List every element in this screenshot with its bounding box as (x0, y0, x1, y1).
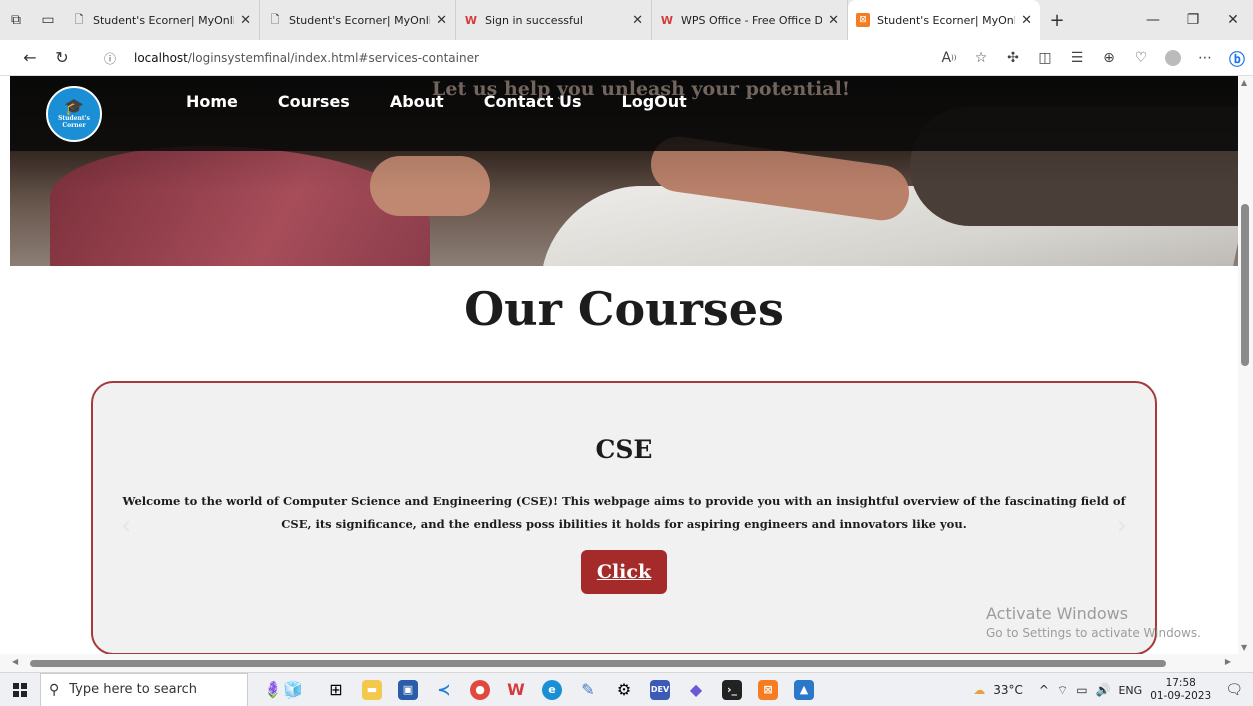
vertical-scroll-thumb[interactable] (1241, 204, 1249, 366)
split-screen-icon[interactable]: ◫ (1029, 42, 1061, 74)
chrome-icon[interactable]: ● (462, 673, 498, 706)
more-options-icon[interactable]: ⋯ (1189, 42, 1221, 74)
back-arrow-icon[interactable]: ← (14, 42, 46, 74)
url-host: localhost (134, 51, 188, 65)
favorites-icon[interactable]: ☰ (1061, 42, 1093, 74)
read-aloud-icon[interactable]: A)) (933, 42, 965, 74)
network-icon[interactable]: ⌔ (1057, 683, 1068, 698)
activate-windows-watermark: Activate Windows Go to Settings to activ… (986, 604, 1201, 640)
file-explorer-icon[interactable]: ▬ (354, 673, 390, 706)
workspaces-icon[interactable]: ⧉ (0, 0, 32, 40)
close-tab-icon[interactable]: ✕ (632, 13, 643, 28)
weather-temp[interactable]: 33°C (993, 683, 1023, 697)
nav-link-logout[interactable]: LogOut (622, 92, 687, 111)
language-indicator[interactable]: ENG (1118, 684, 1142, 697)
section-title: Our Courses (464, 282, 784, 336)
notifications-icon[interactable]: 🗨 (1225, 682, 1243, 698)
windows-taskbar: ⚲ Type here to search 🪻🧊 ⊞ ▬ ▣ ≺ ● W e ✎… (0, 672, 1253, 706)
collections-icon[interactable]: ⊕ (1093, 42, 1125, 74)
windows-logo-icon (13, 682, 27, 697)
task-view-icon[interactable]: ⊞ (318, 673, 354, 706)
restore-icon[interactable]: ❐ (1173, 0, 1213, 40)
close-tab-icon[interactable]: ✕ (240, 13, 251, 28)
copilot-icon[interactable]: ◆ (678, 673, 714, 706)
vscode-icon[interactable]: ≺ (426, 673, 462, 706)
news-widget-icon[interactable]: 🪻🧊 (248, 673, 318, 706)
address-bar[interactable]: ⓘ localhost/loginsystemfinal/index.html#… (100, 44, 860, 72)
horizontal-scroll-thumb[interactable] (30, 660, 1166, 667)
browser-tab[interactable]: W WPS Office - Free Office Do ✕ (652, 0, 848, 40)
page-icon: 🗋 (270, 12, 280, 26)
terminal-icon[interactable]: ›_ (714, 673, 750, 706)
nav-link-contact[interactable]: Contact Us (484, 92, 582, 111)
close-tab-icon[interactable]: ✕ (1021, 13, 1032, 28)
graduation-cap-icon: 🎓 (64, 97, 84, 116)
scroll-up-icon[interactable]: ▲ (1241, 78, 1247, 87)
xampp-icon: ⊠ (856, 13, 870, 27)
taskbar-search-input[interactable]: ⚲ Type here to search (40, 672, 248, 706)
page-icon: 🗋 (74, 12, 84, 26)
extensions-icon[interactable]: ✣ (997, 42, 1029, 74)
new-tab-button[interactable]: + (1040, 0, 1074, 40)
pen-app-icon[interactable]: ✎ (570, 673, 606, 706)
volume-icon[interactable]: 🔊 (1096, 683, 1111, 697)
logo-text: Student's Corner (58, 115, 90, 129)
url-path: /loginsystemfinal/index.html#services-co… (187, 51, 479, 65)
browser-tab[interactable]: 🗋 Student's Ecorner| MyOnline ✕ (260, 0, 456, 40)
browser-toolbar: ← ↻ ⓘ localhost/loginsystemfinal/index.h… (0, 40, 1253, 76)
minimize-icon[interactable]: — (1133, 0, 1173, 40)
course-description: Welcome to the world of Computer Science… (122, 494, 1126, 531)
browser-tab[interactable]: 🗋 Student's Ecorner| MyOnline ✕ (64, 0, 260, 40)
search-icon: ⚲ (49, 681, 60, 698)
browser-tab[interactable]: W Sign in successful ✕ (456, 0, 652, 40)
settings-gear-icon[interactable]: ⚙ (606, 673, 642, 706)
browser-tab-active[interactable]: ⊠ Student's Ecorner| MyOnline ✕ (848, 0, 1040, 40)
dev-app-icon[interactable]: DEV (642, 673, 678, 706)
system-clock[interactable]: 17:58 01-09-2023 (1150, 677, 1211, 703)
scroll-left-icon[interactable]: ◀ (12, 657, 18, 666)
page-viewport: Let us help you unleash your potential! … (10, 76, 1238, 654)
photos-icon[interactable]: ▲ (786, 673, 822, 706)
scroll-right-icon[interactable]: ▶ (1225, 657, 1231, 666)
horizontal-scrollbar[interactable]: ◀ ▶ (0, 654, 1253, 672)
bing-chat-icon[interactable]: ⓑ (1221, 42, 1253, 74)
hero-banner: Let us help you unleash your potential! … (10, 76, 1238, 266)
browser-tab-strip: ⧉ ▭ 🗋 Student's Ecorner| MyOnline ✕ 🗋 St… (0, 0, 1253, 40)
site-info-icon[interactable]: ⓘ (100, 50, 120, 67)
course-click-button[interactable]: Click (581, 550, 667, 594)
vertical-scrollbar[interactable]: ▲ ▼ (1238, 76, 1253, 654)
start-button[interactable] (0, 673, 40, 706)
battery-icon[interactable]: ▭ (1076, 683, 1087, 697)
system-tray: ☁ 33°C ^ ⌔ ▭ 🔊 ENG 17:58 01-09-2023 🗨 (973, 673, 1253, 706)
nav-link-courses[interactable]: Courses (278, 92, 350, 111)
wps-icon: W (660, 13, 674, 27)
tab-actions-icon[interactable]: ▭ (32, 0, 64, 40)
close-tab-icon[interactable]: ✕ (436, 13, 447, 28)
nav-link-home[interactable]: Home (186, 92, 238, 111)
xampp-taskbar-icon[interactable]: ⊠ (750, 673, 786, 706)
course-title: CSE (595, 435, 653, 464)
weather-icon[interactable]: ☁ (973, 683, 985, 697)
browser-tools: A)) ☆ ✣ ◫ ☰ ⊕ ♡ ⋯ ⓑ (933, 42, 1253, 74)
site-logo[interactable]: 🎓 Student's Corner (46, 86, 102, 142)
close-tab-icon[interactable]: ✕ (828, 13, 839, 28)
tray-chevron-icon[interactable]: ^ (1039, 683, 1049, 697)
scroll-down-icon[interactable]: ▼ (1241, 643, 1247, 652)
window-controls: — ❐ ✕ (1133, 0, 1253, 40)
nav-link-about[interactable]: About (390, 92, 444, 111)
profile-avatar-icon[interactable] (1157, 42, 1189, 74)
edge-icon[interactable]: e (534, 673, 570, 706)
close-window-icon[interactable]: ✕ (1213, 0, 1253, 40)
main-nav: Home Courses About Contact Us LogOut (186, 92, 727, 111)
wps-office-icon[interactable]: W (498, 673, 534, 706)
refresh-icon[interactable]: ↻ (46, 42, 78, 74)
store-icon[interactable]: ▣ (390, 673, 426, 706)
browser-essentials-icon[interactable]: ♡ (1125, 42, 1157, 74)
wps-icon: W (464, 13, 478, 27)
favorite-star-icon[interactable]: ☆ (965, 42, 997, 74)
